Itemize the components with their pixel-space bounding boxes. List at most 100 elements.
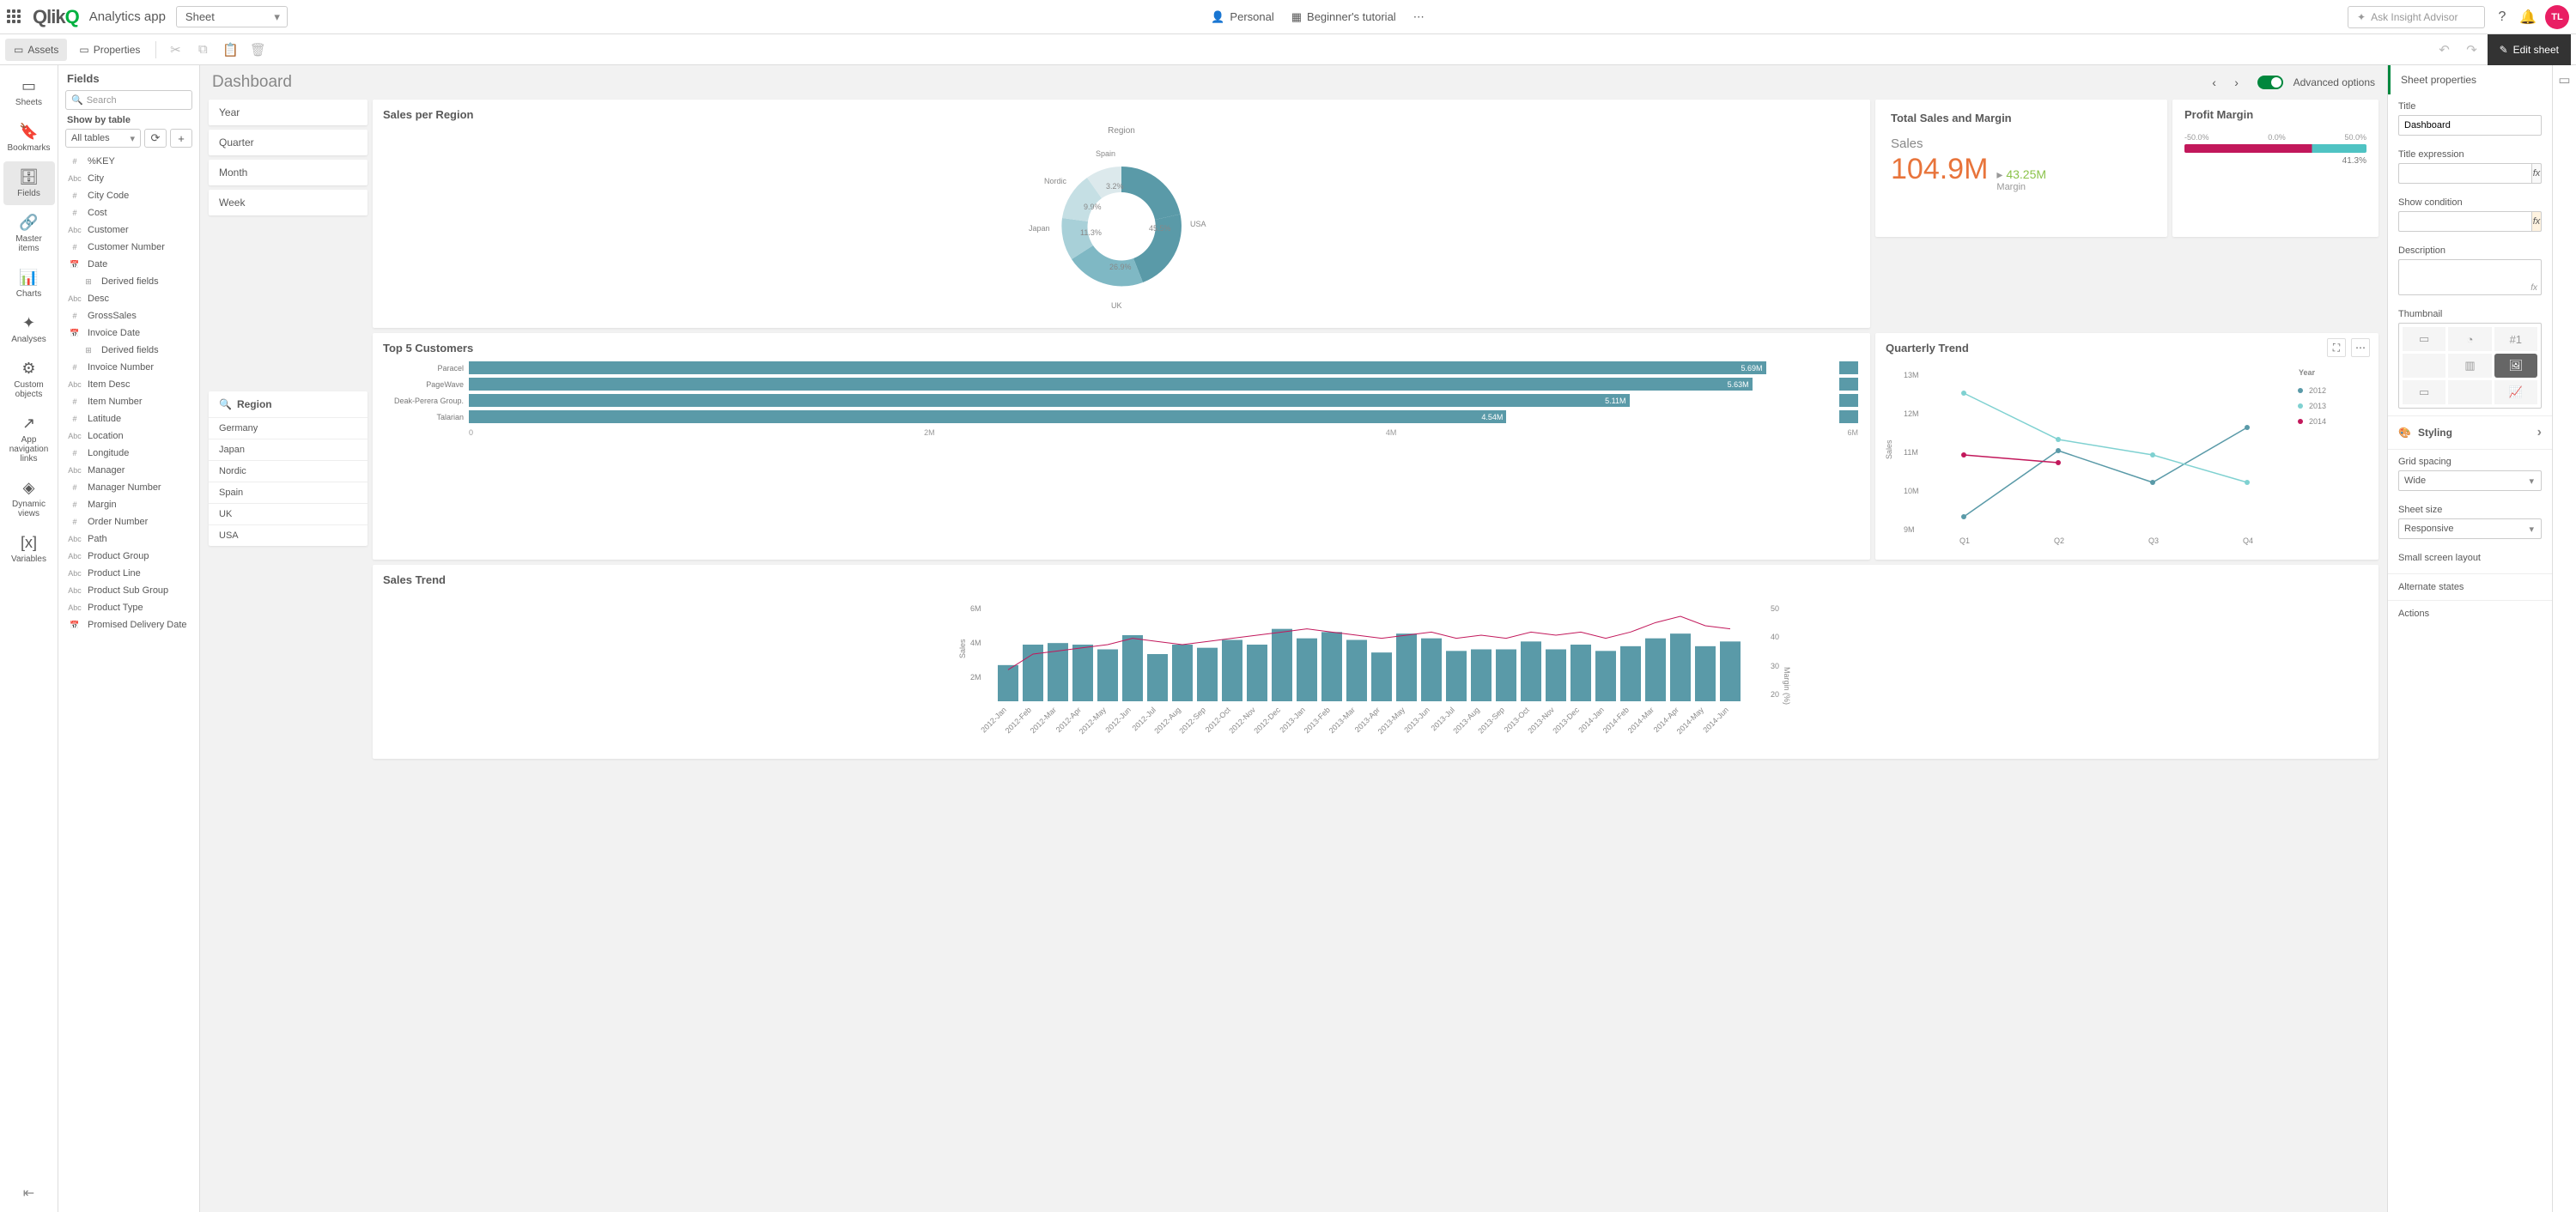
rail-variables[interactable]: [x]Variables [3, 527, 55, 571]
region-item[interactable]: Nordic [209, 460, 368, 482]
bell-icon[interactable]: 🔔 [2519, 9, 2537, 26]
fx-button[interactable]: fx [2531, 163, 2542, 184]
fx-button[interactable]: fx [2531, 211, 2542, 232]
rail-charts[interactable]: 📊Charts [3, 262, 55, 306]
rail-analyses[interactable]: ✦Analyses [3, 307, 55, 351]
profit-margin-tile[interactable]: Profit Margin -50.0% 0.0% 50.0% 41.3% [2172, 100, 2379, 237]
rail-dynamic-views[interactable]: ◈Dynamic views [3, 472, 55, 525]
avatar[interactable]: TL [2545, 5, 2569, 29]
field-item[interactable]: #Margin [58, 496, 199, 513]
rail-custom-objects[interactable]: ⚙Custom objects [3, 353, 55, 406]
thumbnail-preview[interactable]: ▭◔#1 ▥🖼 ▭📈 [2398, 323, 2542, 409]
more-icon[interactable]: ⋯ [2351, 338, 2370, 357]
panel-icon[interactable]: ▭ [2558, 72, 2570, 88]
props-showcond-input[interactable] [2398, 211, 2531, 232]
grid-spacing-select[interactable]: Wide [2398, 470, 2542, 491]
field-item[interactable]: AbcDesc [58, 290, 199, 307]
field-item[interactable]: #%KEY [58, 153, 199, 170]
apps-grid-icon[interactable] [7, 9, 22, 25]
tile-title: Sales per Region [373, 100, 1870, 126]
field-item[interactable]: AbcCity [58, 170, 199, 187]
field-type-icon: # [67, 209, 82, 217]
rail-sheets[interactable]: ▭Sheets [3, 70, 55, 114]
rail-app-nav[interactable]: ↗App navigation links [3, 408, 55, 470]
properties-tab[interactable]: ▭Properties [70, 39, 149, 61]
field-item[interactable]: AbcItem Desc [58, 376, 199, 393]
copy-icon[interactable]: ⧉ [191, 38, 215, 62]
region-item[interactable]: Spain [209, 482, 368, 503]
field-item[interactable]: #Invoice Number [58, 359, 199, 376]
advanced-toggle[interactable] [2257, 76, 2283, 89]
refresh-button[interactable]: ⟳ [144, 129, 167, 148]
line-chart: 13M12M11M10M9M Q1Q2Q3Q4 Sales Year [1884, 365, 2370, 545]
rail-master-items[interactable]: 🔗Master items [3, 207, 55, 260]
fullscreen-icon[interactable]: ⛶ [2327, 338, 2346, 357]
props-titleexpr-input[interactable] [2398, 163, 2531, 184]
field-item[interactable]: AbcPath [58, 530, 199, 548]
collapse-icon[interactable]: ⇤ [13, 1174, 45, 1212]
sales-trend-tile[interactable]: Sales Trend 6M4M2M Sales 50403020 Margin… [373, 565, 2379, 759]
region-item[interactable]: USA [209, 524, 368, 546]
redo-icon[interactable]: ↷ [2460, 38, 2484, 62]
sheet-size-select[interactable]: Responsive [2398, 518, 2542, 539]
top5-tile[interactable]: Top 5 Customers Paracel5.69MPageWave5.63… [373, 333, 1870, 560]
svg-text:2014-Mar: 2014-Mar [1626, 706, 1656, 735]
filter-tile[interactable]: Year [209, 100, 368, 125]
filter-tile[interactable]: Week [209, 190, 368, 215]
alternate-states-section[interactable]: Alternate states [2388, 573, 2552, 600]
field-item[interactable]: AbcProduct Line [58, 565, 199, 582]
actions-section[interactable]: Actions [2388, 600, 2552, 627]
props-desc-input[interactable]: fx [2398, 259, 2542, 295]
field-item[interactable]: #Manager Number [58, 479, 199, 496]
paste-icon[interactable]: 📋 [218, 38, 242, 62]
field-item[interactable]: 📅Promised Delivery Date [58, 616, 199, 633]
sales-per-region-tile[interactable]: Sales per Region Region 45.5% 26.9% [373, 100, 1870, 328]
delete-icon[interactable]: 🗑 [246, 38, 270, 62]
sheet-dropdown[interactable]: Sheet [176, 6, 288, 27]
field-item[interactable]: #City Code [58, 187, 199, 204]
field-item[interactable]: AbcProduct Type [58, 599, 199, 616]
field-item[interactable]: ⊞Derived fields [58, 342, 199, 359]
tables-dropdown[interactable]: All tables [65, 129, 141, 148]
undo-icon[interactable]: ↶ [2433, 38, 2457, 62]
props-title-input[interactable] [2398, 115, 2542, 136]
cut-icon[interactable]: ✂ [163, 38, 187, 62]
field-item[interactable]: AbcManager [58, 462, 199, 479]
more-menu[interactable]: ⋯ [1413, 10, 1425, 24]
field-item[interactable]: #Item Number [58, 393, 199, 410]
kpi-tile[interactable]: Total Sales and Margin Sales 104.9M ▸ 43… [1875, 100, 2167, 237]
field-item[interactable]: #Customer Number [58, 239, 199, 256]
field-item[interactable]: ⊞Derived fields [58, 273, 199, 290]
field-item[interactable]: 📅Invoice Date [58, 324, 199, 342]
field-item[interactable]: AbcCustomer [58, 221, 199, 239]
styling-section[interactable]: 🎨Styling [2388, 415, 2552, 450]
rail-bookmarks[interactable]: 🔖Bookmarks [3, 116, 55, 160]
assets-tab[interactable]: ▭Assets [5, 39, 67, 61]
next-sheet-icon[interactable]: › [2227, 72, 2247, 93]
help-icon[interactable]: ? [2494, 9, 2511, 26]
field-item[interactable]: #GrossSales [58, 307, 199, 324]
field-item[interactable]: AbcProduct Sub Group [58, 582, 199, 599]
edit-sheet-button[interactable]: ✎Edit sheet [2488, 34, 2571, 65]
region-item[interactable]: UK [209, 503, 368, 524]
field-item[interactable]: 📅Date [58, 256, 199, 273]
svg-text:20: 20 [1771, 690, 1779, 699]
ask-insight-input[interactable]: ✦Ask Insight Advisor [2348, 6, 2485, 28]
field-item[interactable]: #Longitude [58, 445, 199, 462]
prev-sheet-icon[interactable]: ‹ [2204, 72, 2225, 93]
personal-button[interactable]: 👤Personal [1211, 10, 1274, 24]
fields-search[interactable]: 🔍Search [65, 90, 192, 110]
field-item[interactable]: #Cost [58, 204, 199, 221]
region-item[interactable]: Germany [209, 417, 368, 439]
field-item[interactable]: AbcProduct Group [58, 548, 199, 565]
filter-tile[interactable]: Quarter [209, 130, 368, 155]
region-item[interactable]: Japan [209, 439, 368, 460]
tutorial-button[interactable]: ▦Beginner's tutorial [1291, 10, 1396, 24]
add-button[interactable]: + [170, 129, 192, 148]
field-item[interactable]: AbcLocation [58, 427, 199, 445]
filter-tile[interactable]: Month [209, 160, 368, 185]
rail-fields[interactable]: 🗄Fields [3, 161, 55, 205]
field-item[interactable]: #Order Number [58, 513, 199, 530]
field-item[interactable]: #Latitude [58, 410, 199, 427]
quarterly-tile[interactable]: Quarterly Trend ⛶ ⋯ 13M12M11M10M9M Q1Q2Q… [1875, 333, 2379, 560]
